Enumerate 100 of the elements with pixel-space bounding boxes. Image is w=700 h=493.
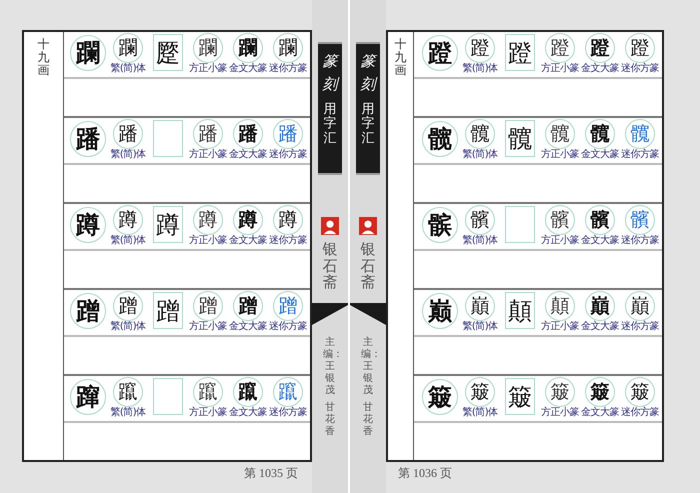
publisher-name: 银石斋 bbox=[322, 241, 338, 290]
character-seal: 髋 bbox=[422, 121, 458, 157]
character-seal: 蹭 bbox=[233, 291, 263, 321]
character-seal: 簸 bbox=[545, 377, 575, 407]
style-label: 方正小篆 bbox=[541, 407, 579, 418]
style-label: 方正小篆 bbox=[541, 235, 579, 246]
editor-label: 主编： bbox=[361, 336, 375, 360]
character-seal: 蹯 bbox=[233, 119, 263, 149]
style-label: 迷你方篆 bbox=[621, 407, 659, 418]
character-frame: 蹬 bbox=[505, 34, 535, 71]
style-label: 金文大篆 bbox=[229, 63, 267, 74]
stroke-count-heading: 十九画 bbox=[394, 38, 406, 78]
style-label: 方正小篆 bbox=[189, 63, 227, 74]
style-label: 繁(简)体 bbox=[462, 321, 498, 332]
editor-name: 王银茂 bbox=[324, 360, 336, 396]
character-seal: 蹭 bbox=[70, 293, 106, 329]
style-label: 方正小篆 bbox=[541, 63, 579, 74]
style-label: 繁(简)体 bbox=[462, 407, 498, 418]
publisher-name: 银石斋 bbox=[360, 241, 376, 290]
character-frame: 蹭 bbox=[153, 292, 183, 329]
style-label: 方正小篆 bbox=[189, 321, 227, 332]
style-label: 迷你方篆 bbox=[269, 149, 307, 160]
style-label: 迷你方篆 bbox=[269, 235, 307, 246]
seal-stamp-icon bbox=[321, 217, 339, 235]
character-seal: 簸 bbox=[625, 377, 655, 407]
spine-title: 用字汇 bbox=[324, 103, 336, 146]
character-seal: 髖 bbox=[545, 119, 575, 149]
style-label: 金文大篆 bbox=[581, 407, 619, 418]
character-seal: 蹯 bbox=[113, 119, 143, 149]
style-label: 金文大篆 bbox=[581, 149, 619, 160]
character-seal: 簸 bbox=[422, 379, 458, 415]
editor-name: 甘花香 bbox=[362, 402, 374, 438]
character-frame: 顛 bbox=[505, 292, 535, 329]
page-number: 第 1036 页 bbox=[397, 465, 453, 482]
character-seal: 巔 bbox=[465, 291, 495, 321]
style-label: 迷你方篆 bbox=[621, 149, 659, 160]
character-seal: 簸 bbox=[585, 377, 615, 407]
character-seal: 蹿 bbox=[70, 379, 106, 415]
character-seal: 髖 bbox=[585, 119, 615, 149]
character-seal: 蹬 bbox=[625, 33, 655, 63]
style-label: 迷你方篆 bbox=[621, 235, 659, 246]
style-label: 方正小篆 bbox=[189, 235, 227, 246]
character-seal: 蹯 bbox=[273, 119, 303, 149]
calligraphy-title: 篆刻 bbox=[322, 51, 338, 94]
character-seal: 蹲 bbox=[273, 205, 303, 235]
character-seal: 蹯 bbox=[70, 121, 106, 157]
style-label: 繁(简)体 bbox=[110, 235, 146, 246]
character-seal: 髌 bbox=[422, 207, 458, 243]
character-seal: 髕 bbox=[625, 205, 655, 235]
style-label: 迷你方篆 bbox=[269, 63, 307, 74]
character-seal: 躥 bbox=[273, 377, 303, 407]
character-seal: 巅 bbox=[422, 293, 458, 329]
style-label: 金文大篆 bbox=[581, 235, 619, 246]
character-seal: 躝 bbox=[193, 33, 223, 63]
style-label: 金文大篆 bbox=[229, 321, 267, 332]
editor-label: 主编： bbox=[323, 336, 337, 360]
style-label: 方正小篆 bbox=[541, 321, 579, 332]
style-label: 繁(简)体 bbox=[110, 63, 146, 74]
character-seal: 躝 bbox=[273, 33, 303, 63]
character-seal: 蹲 bbox=[113, 205, 143, 235]
character-seal: 簸 bbox=[465, 377, 495, 407]
stroke-count-heading: 十九画 bbox=[38, 38, 50, 78]
style-label: 金文大篆 bbox=[581, 63, 619, 74]
character-frame: 蹷 bbox=[153, 34, 183, 71]
style-label: 繁(简)体 bbox=[110, 149, 146, 160]
style-label: 迷你方篆 bbox=[621, 63, 659, 74]
character-seal: 蹲 bbox=[233, 205, 263, 235]
style-label: 繁(简)体 bbox=[110, 321, 146, 332]
style-label: 方正小篆 bbox=[189, 149, 227, 160]
style-label: 金文大篆 bbox=[581, 321, 619, 332]
character-seal: 蹬 bbox=[585, 33, 615, 63]
empty-frame bbox=[153, 120, 183, 157]
style-label: 金文大篆 bbox=[229, 235, 267, 246]
style-label: 繁(简)体 bbox=[462, 63, 498, 74]
character-seal: 蹯 bbox=[193, 119, 223, 149]
style-label: 迷你方篆 bbox=[621, 321, 659, 332]
character-frame: 簸 bbox=[505, 378, 535, 415]
style-label: 方正小篆 bbox=[189, 407, 227, 418]
character-seal: 蹬 bbox=[422, 35, 458, 71]
character-seal: 蹭 bbox=[113, 291, 143, 321]
character-seal: 躥 bbox=[193, 377, 223, 407]
style-label: 繁(简)体 bbox=[462, 149, 498, 160]
character-seal: 蹭 bbox=[193, 291, 223, 321]
style-label: 迷你方篆 bbox=[269, 407, 307, 418]
character-seal: 躥 bbox=[233, 377, 263, 407]
character-seal: 髖 bbox=[465, 119, 495, 149]
character-seal: 髕 bbox=[545, 205, 575, 235]
calligraphy-title: 篆刻 bbox=[360, 51, 376, 94]
character-seal: 顛 bbox=[545, 291, 575, 321]
editor-name: 甘花香 bbox=[324, 402, 336, 438]
editor-name: 王银茂 bbox=[362, 360, 374, 396]
character-seal: 髕 bbox=[585, 205, 615, 235]
character-frame: 蹲 bbox=[153, 206, 183, 243]
character-seal: 躝 bbox=[233, 33, 263, 63]
character-seal: 蹭 bbox=[273, 291, 303, 321]
seal-stamp-icon bbox=[359, 217, 377, 235]
character-seal: 蹲 bbox=[70, 207, 106, 243]
style-label: 繁(简)体 bbox=[462, 235, 498, 246]
page-number: 第 1035 页 bbox=[243, 465, 299, 482]
character-seal: 蹲 bbox=[193, 205, 223, 235]
